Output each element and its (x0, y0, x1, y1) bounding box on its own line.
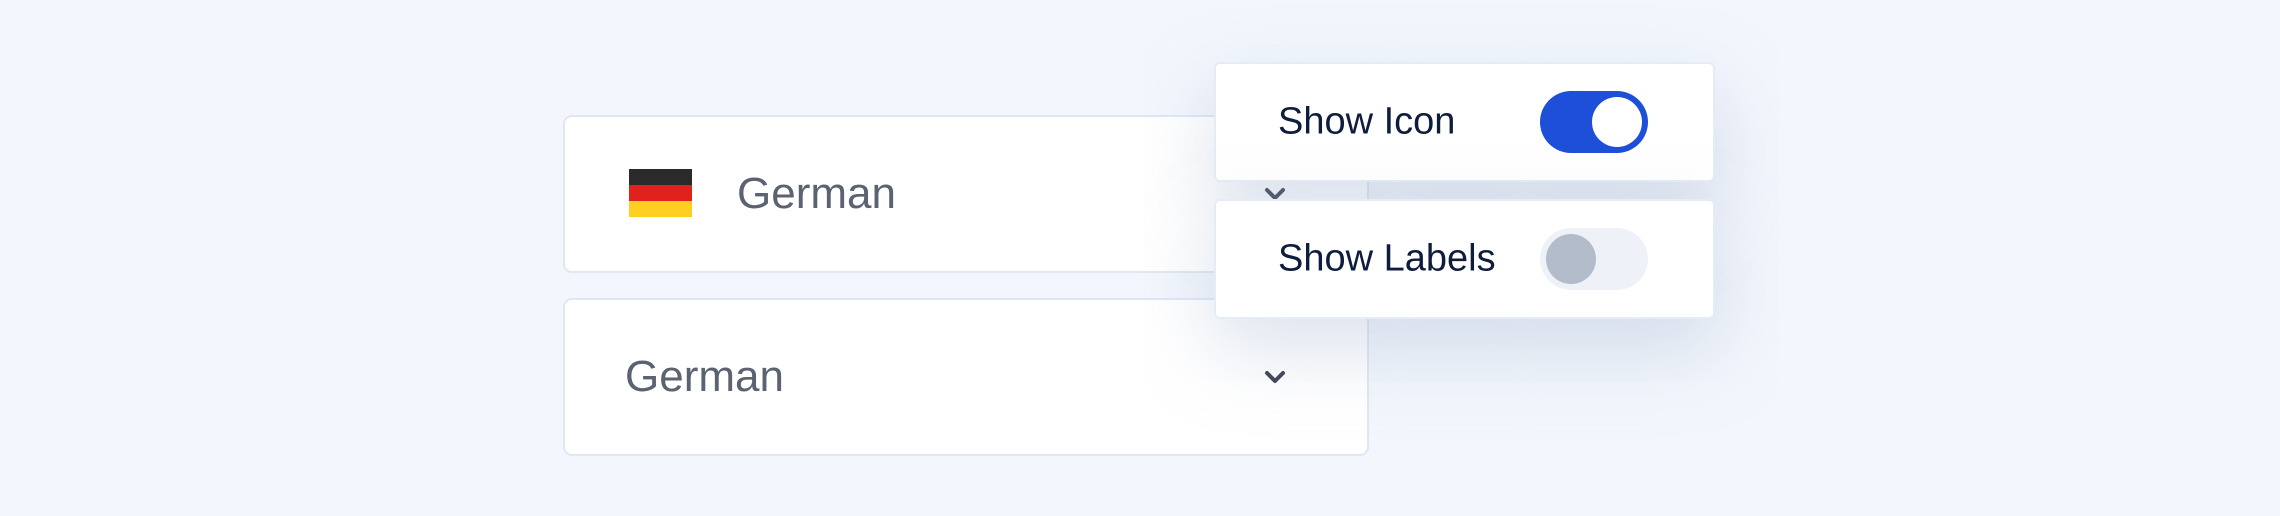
toggle-knob (1546, 234, 1596, 284)
selected-language: German (737, 169, 896, 218)
show-icon-toggle[interactable] (1540, 91, 1648, 153)
toggle-knob (1592, 97, 1642, 147)
germany-flag-icon (629, 169, 692, 217)
show-icon-label: Show Icon (1278, 100, 1456, 143)
show-labels-label: Show Labels (1278, 237, 1496, 280)
show-labels-setting: Show Labels (1214, 199, 1715, 319)
chevron-down-icon (1265, 371, 1285, 383)
show-labels-toggle[interactable] (1540, 228, 1648, 290)
selected-language: German (625, 352, 784, 401)
show-icon-setting: Show Icon (1214, 62, 1715, 182)
language-select-plain[interactable]: German (563, 298, 1369, 456)
